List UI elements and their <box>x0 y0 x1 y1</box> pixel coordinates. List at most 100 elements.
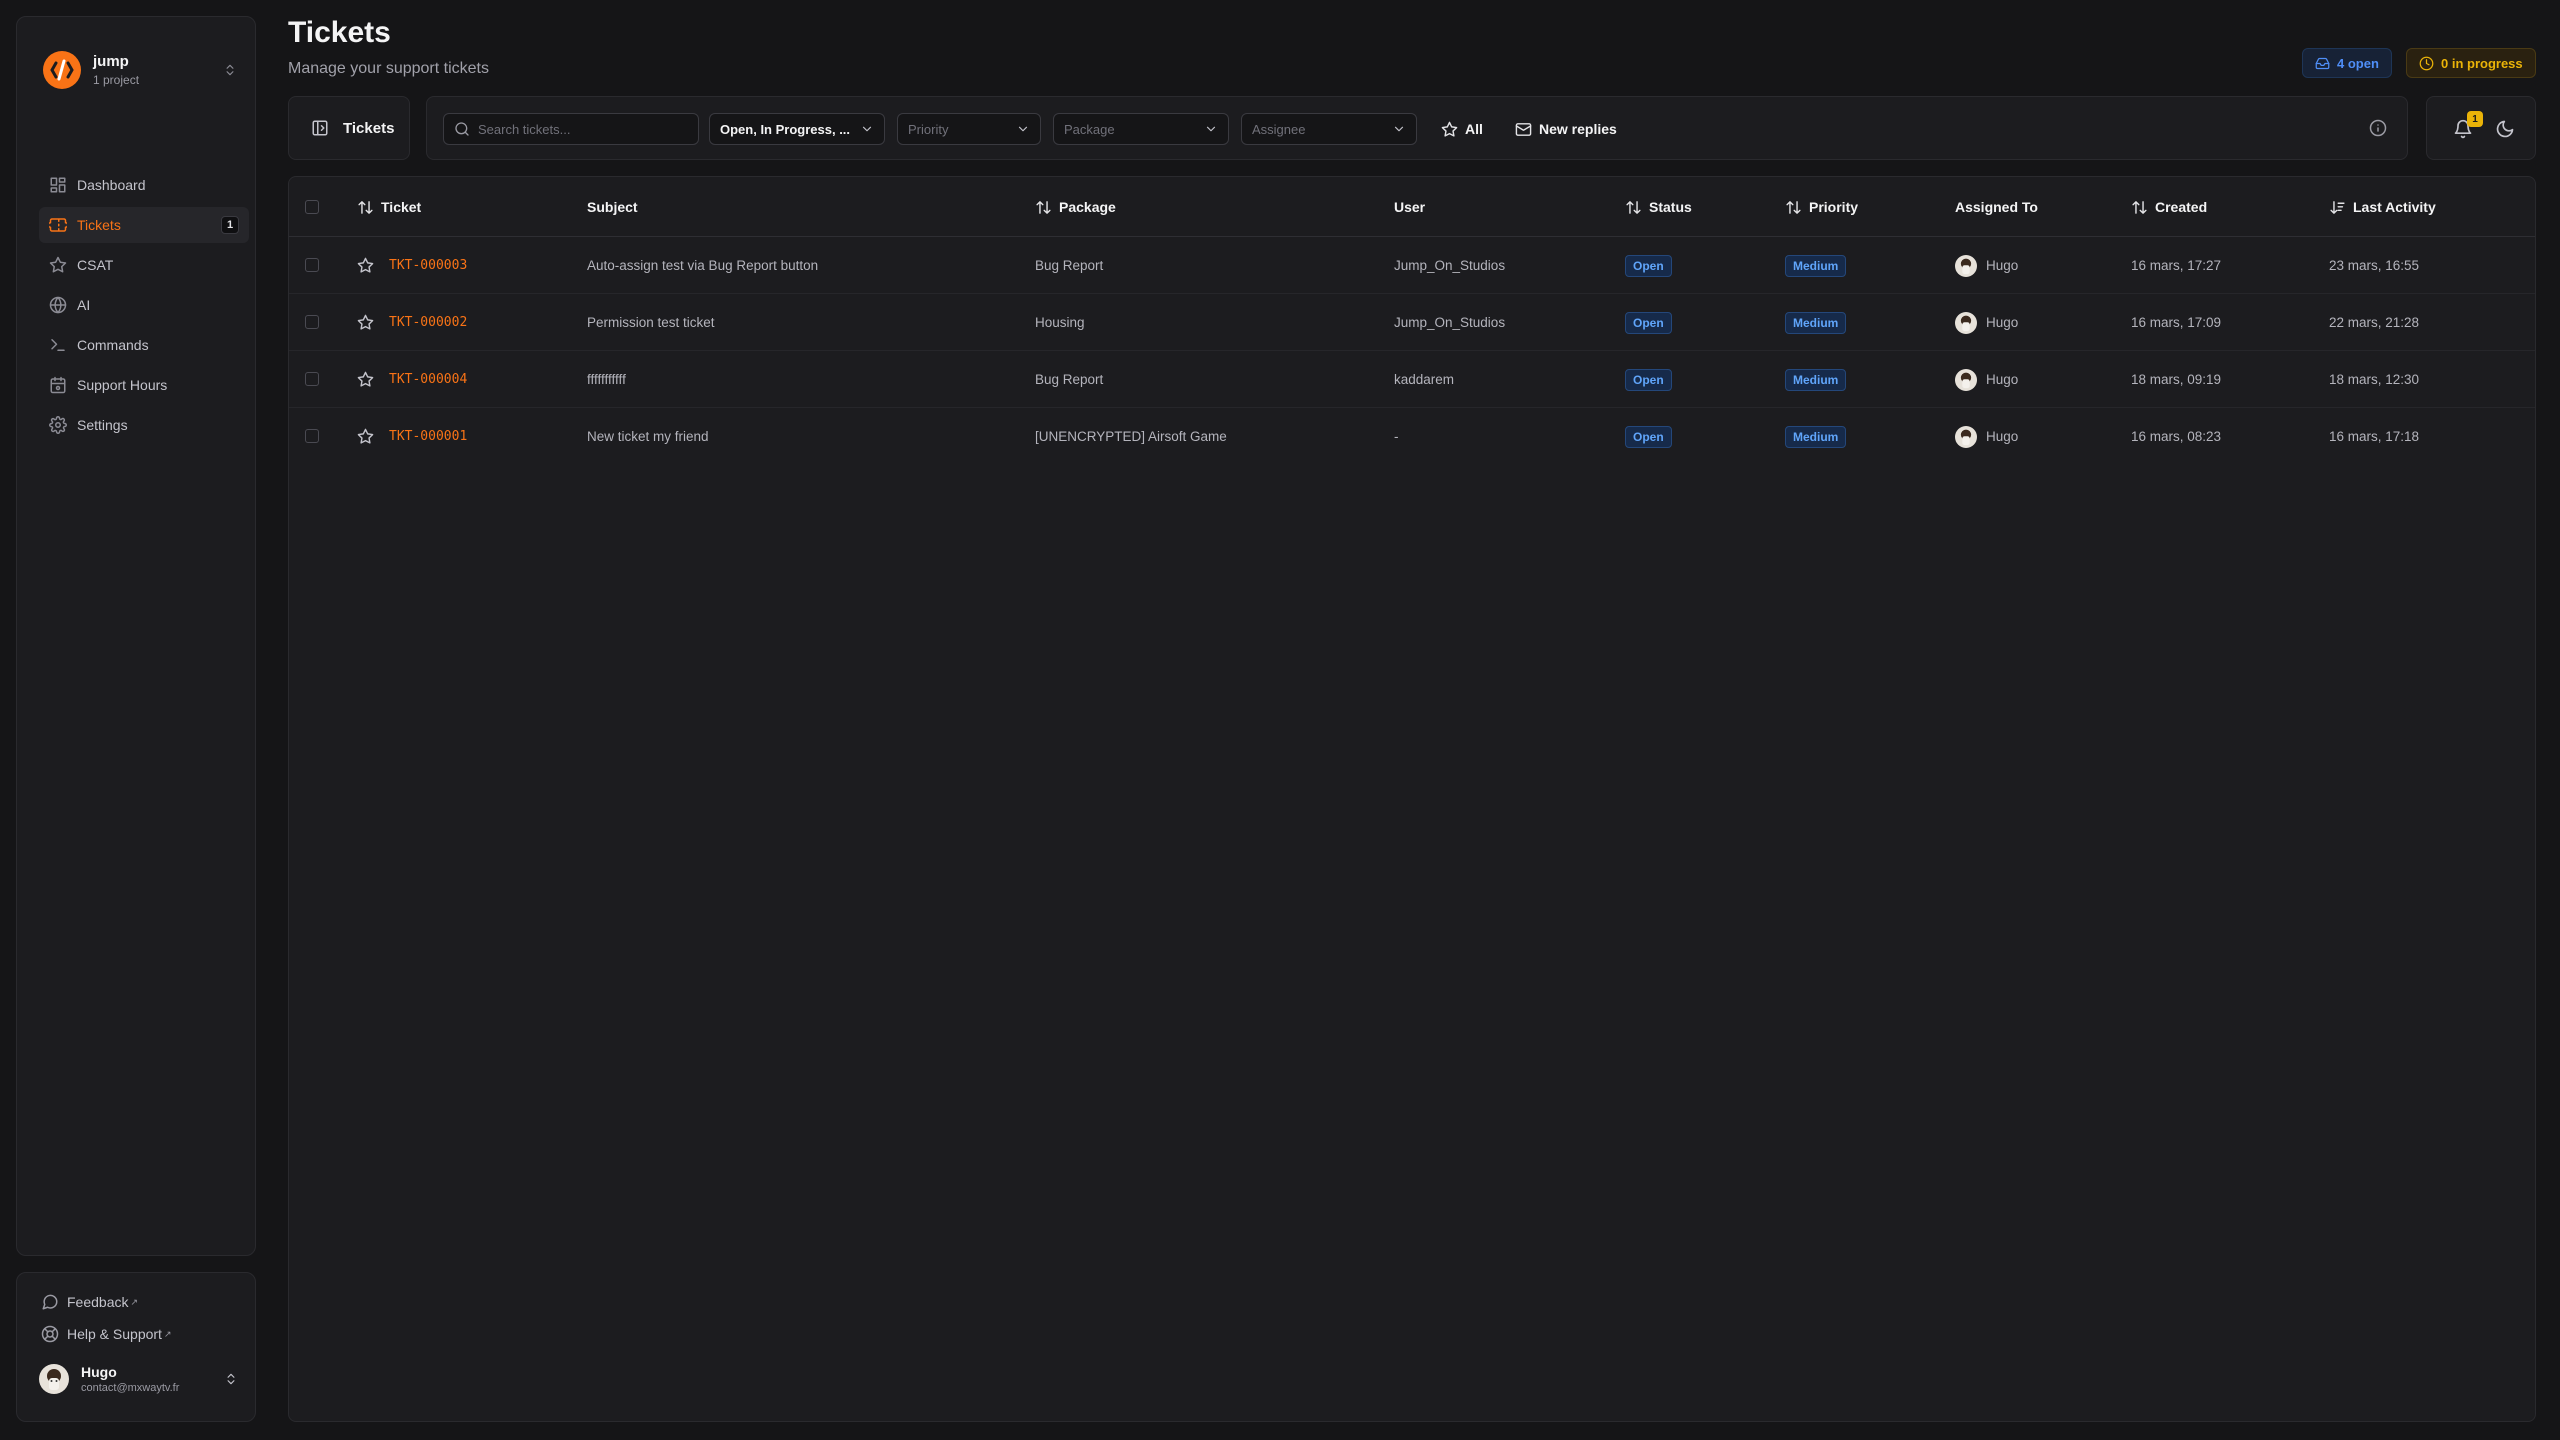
ticket-package: [UNENCRYPTED] Airsoft Game <box>1035 429 1227 444</box>
user-email: contact@mxwaytv.fr <box>81 1382 180 1394</box>
priority-filter-placeholder: Priority <box>908 121 949 137</box>
column-status-label: Status <box>1649 199 1692 215</box>
star-icon[interactable] <box>357 371 374 388</box>
sidebar-item-csat[interactable]: CSAT <box>39 247 249 283</box>
lifebuoy-icon <box>41 1325 59 1343</box>
priority-filter-select[interactable]: Priority <box>897 113 1041 145</box>
ticket-icon <box>49 216 67 234</box>
row-checkbox[interactable] <box>305 258 319 272</box>
clock-icon <box>2419 56 2434 71</box>
ticket-id-link[interactable]: TKT-000004 <box>389 351 467 408</box>
status-filter-select[interactable]: Open, In Progress, ... <box>709 113 885 145</box>
all-label: All <box>1465 121 1483 137</box>
sidebar-item-support-hours[interactable]: Support Hours <box>39 367 249 403</box>
sidebar-item-ai[interactable]: AI <box>39 287 249 323</box>
chevron-down-icon <box>1016 122 1030 136</box>
feedback-label: Feedback <box>67 1294 129 1310</box>
assignee-filter-select[interactable]: Assignee <box>1241 113 1417 145</box>
status-badge: Open <box>1625 368 1672 391</box>
chevrons-up-down-icon[interactable] <box>219 59 241 81</box>
column-priority[interactable]: Priority <box>1785 177 1858 237</box>
ticket-id-link[interactable]: TKT-000001 <box>389 408 467 465</box>
column-ticket[interactable]: Ticket <box>357 177 421 237</box>
table-row[interactable]: TKT-000004 fffffffffff Bug Report kaddar… <box>289 351 2535 408</box>
status-filter-value: Open, In Progress, ... <box>720 121 851 137</box>
ticket-user: - <box>1394 429 1399 444</box>
ticket-user: Jump_On_Studios <box>1394 258 1506 273</box>
table-row[interactable]: TKT-000002 Permission test ticket Housin… <box>289 294 2535 351</box>
row-checkbox[interactable] <box>305 372 319 386</box>
table-header: Ticket Subject Package User Status Prior… <box>289 177 2535 237</box>
column-last-activity-label: Last Activity <box>2353 199 2436 215</box>
chevron-down-icon <box>1392 122 1406 136</box>
in-progress-label: 0 in progress <box>2441 55 2523 71</box>
chevron-down-icon <box>860 122 874 136</box>
new-replies-toggle[interactable]: New replies <box>1515 113 1617 145</box>
priority-badge: Medium <box>1785 311 1847 334</box>
row-checkbox[interactable] <box>305 429 319 443</box>
all-favorites-toggle[interactable]: All <box>1441 113 1483 145</box>
column-priority-label: Priority <box>1809 199 1859 215</box>
workspace-switcher[interactable]: jump 1 project <box>43 35 241 105</box>
column-package[interactable]: Package <box>1035 177 1116 237</box>
sidebar-item-tickets[interactable]: Tickets 1 <box>39 207 249 243</box>
open-count-badge[interactable]: 4 open <box>2302 48 2392 78</box>
assignee-name: Hugo <box>1986 429 2019 444</box>
row-checkbox[interactable] <box>305 315 319 329</box>
table-row[interactable]: TKT-000001 New ticket my friend [UNENCRY… <box>289 408 2535 465</box>
ticket-last-activity: 18 mars, 12:30 <box>2329 372 2420 387</box>
moon-icon[interactable] <box>2495 119 2515 139</box>
chevron-down-icon <box>1204 122 1218 136</box>
ticket-user: kaddarem <box>1394 372 1455 387</box>
column-status[interactable]: Status <box>1625 177 1692 237</box>
sort-icon <box>357 199 374 216</box>
column-assigned-label: Assigned To <box>1955 199 2038 215</box>
sidebar-item-commands[interactable]: Commands <box>39 327 249 363</box>
avatar <box>39 1364 69 1394</box>
sidebar-item-dashboard[interactable]: Dashboard <box>39 167 249 203</box>
sidebar-item-label: Dashboard <box>77 177 146 193</box>
view-label: Tickets <box>343 119 395 137</box>
search-input[interactable] <box>478 121 678 137</box>
ticket-subject: Permission test ticket <box>587 315 715 330</box>
select-all-checkbox[interactable] <box>305 200 319 214</box>
filter-toolbar: Open, In Progress, ... Priority Package … <box>426 96 2408 160</box>
tickets-count-badge: 1 <box>221 216 239 234</box>
avatar <box>1955 254 1977 277</box>
user-menu[interactable]: Hugo contact@mxwaytv.fr <box>39 1355 241 1403</box>
sidebar-item-label: AI <box>77 297 91 313</box>
ticket-created: 16 mars, 17:27 <box>2131 258 2222 273</box>
table-row[interactable]: TKT-000003 Auto-assign test via Bug Repo… <box>289 237 2535 294</box>
star-icon[interactable] <box>357 428 374 445</box>
ticket-id-link[interactable]: TKT-000003 <box>389 237 467 294</box>
globe-icon <box>49 296 67 314</box>
ticket-package: Housing <box>1035 315 1085 330</box>
star-icon[interactable] <box>357 314 374 331</box>
ticket-last-activity: 23 mars, 16:55 <box>2329 258 2420 273</box>
assignee-name: Hugo <box>1986 315 2019 330</box>
sidebar-item-settings[interactable]: Settings <box>39 407 249 443</box>
dashboard-icon <box>49 176 67 194</box>
search-icon <box>454 121 470 137</box>
help-support-link[interactable]: Help & Support ↗ <box>41 1319 172 1349</box>
info-icon[interactable] <box>2369 119 2387 137</box>
sort-descending-icon <box>2329 199 2346 216</box>
column-ticket-label: Ticket <box>381 199 422 215</box>
ticket-package: Bug Report <box>1035 258 1104 273</box>
package-filter-select[interactable]: Package <box>1053 113 1229 145</box>
chevrons-up-down-icon[interactable] <box>221 1369 241 1389</box>
feedback-link[interactable]: Feedback ↗ <box>41 1287 172 1317</box>
view-toggle-button[interactable]: Tickets <box>288 96 410 160</box>
column-subject: Subject <box>587 177 638 237</box>
column-created[interactable]: Created <box>2131 177 2207 237</box>
sidebar-item-label: CSAT <box>77 257 114 273</box>
external-link-icon: ↗ <box>130 1296 139 1307</box>
ticket-id-link[interactable]: TKT-000002 <box>389 294 467 351</box>
assignee-name: Hugo <box>1986 372 2019 387</box>
open-count-label: 4 open <box>2337 55 2379 71</box>
star-icon[interactable] <box>357 257 374 274</box>
message-circle-icon <box>41 1293 59 1311</box>
in-progress-badge[interactable]: 0 in progress <box>2406 48 2536 78</box>
sidebar-nav: Dashboard Tickets 1 CSAT AI Commands Sup… <box>39 167 249 447</box>
column-last-activity[interactable]: Last Activity <box>2329 177 2436 237</box>
